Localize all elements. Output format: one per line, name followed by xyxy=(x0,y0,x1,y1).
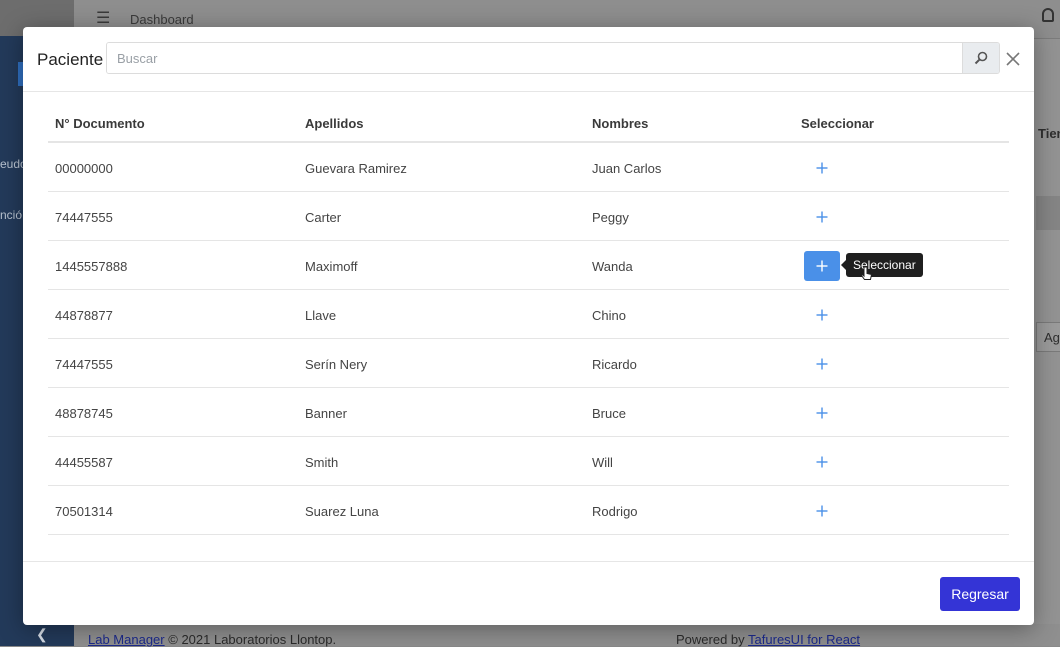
plus-icon xyxy=(816,407,828,419)
cell-documento: 48878745 xyxy=(55,406,113,421)
column-header-seleccionar: Seleccionar xyxy=(801,116,874,131)
cell-apellidos: Suarez Luna xyxy=(305,504,379,519)
table-row: 70501314 Suarez Luna Rodrigo xyxy=(48,486,1009,535)
plus-icon xyxy=(816,260,828,272)
background-panel xyxy=(1036,196,1060,230)
menu-icon[interactable]: ☰ xyxy=(96,8,110,28)
table-row: 48878745 Banner Bruce xyxy=(48,388,1009,437)
table-row: 74447555 Serín Nery Ricardo xyxy=(48,339,1009,388)
cell-nombres: Bruce xyxy=(592,406,626,421)
cell-nombres: Will xyxy=(592,455,613,470)
app-link[interactable]: Lab Manager xyxy=(88,632,165,647)
cell-nombres: Wanda xyxy=(592,259,633,274)
cell-nombres: Rodrigo xyxy=(592,504,638,519)
column-header: Tiem xyxy=(1038,126,1060,141)
page-title: Dashboard xyxy=(130,12,194,27)
cell-documento: 70501314 xyxy=(55,504,113,519)
select-patient-button[interactable] xyxy=(804,398,840,428)
footer: Lab Manager © 2021 Laboratorios Llontop.… xyxy=(74,624,1060,647)
plus-icon xyxy=(816,505,828,517)
close-button[interactable] xyxy=(1003,49,1023,69)
cell-documento: 74447555 xyxy=(55,210,113,225)
search-icon xyxy=(974,51,988,65)
background-button[interactable]: Ag xyxy=(1036,322,1060,352)
plus-icon xyxy=(816,358,828,370)
modal-header: Paciente xyxy=(23,27,1034,92)
plus-icon xyxy=(816,162,828,174)
sidebar-collapse-icon[interactable]: ❮ xyxy=(36,626,48,643)
cell-apellidos: Smith xyxy=(305,455,339,470)
back-button[interactable]: Regresar xyxy=(940,577,1020,611)
select-patient-button[interactable] xyxy=(804,349,840,379)
column-header-documento: N° Documento xyxy=(55,116,145,131)
table-body: 00000000 Guevara Ramirez Juan Carlos 744475… xyxy=(48,143,1009,535)
select-patient-button[interactable] xyxy=(804,300,840,330)
patients-table: N° Documento Apellidos Nombres Seleccion… xyxy=(48,100,1009,535)
table-row: 00000000 Guevara Ramirez Juan Carlos xyxy=(48,143,1009,192)
bell-icon[interactable] xyxy=(1042,8,1054,22)
select-patient-button[interactable] xyxy=(804,153,840,183)
sidebar-item-label[interactable]: nció xyxy=(0,208,22,222)
select-patient-button[interactable] xyxy=(804,202,840,232)
cell-documento: 1445557888 xyxy=(55,259,128,274)
select-patient-button[interactable] xyxy=(804,447,840,477)
select-patient-button[interactable] xyxy=(804,251,840,281)
powered-link[interactable]: TafuresUI for React xyxy=(748,632,860,647)
cell-documento: 00000000 xyxy=(55,161,113,176)
cell-apellidos: Maximoff xyxy=(305,259,358,274)
copyright-text: © 2021 Laboratorios Llontop. xyxy=(168,632,337,647)
plus-icon xyxy=(816,211,828,223)
plus-icon xyxy=(816,309,828,321)
table-row: 44455587 Smith Will xyxy=(48,437,1009,486)
cell-documento: 44878877 xyxy=(55,308,113,323)
column-header-nombres: Nombres xyxy=(592,116,649,131)
cell-nombres: Chino xyxy=(592,308,626,323)
search-input[interactable] xyxy=(107,43,963,73)
powered-prefix: Powered by xyxy=(676,632,745,647)
cell-nombres: Peggy xyxy=(592,210,629,225)
cell-apellidos: Llave xyxy=(305,308,337,323)
table-row: 44878877 Llave Chino xyxy=(48,290,1009,339)
close-icon xyxy=(1006,52,1020,66)
cell-documento: 74447555 xyxy=(55,357,113,372)
footer-copyright: Lab Manager © 2021 Laboratorios Llontop. xyxy=(88,632,336,647)
select-patient-button[interactable] xyxy=(804,496,840,526)
pointer-cursor-icon xyxy=(860,266,873,285)
search-button[interactable] xyxy=(962,43,999,73)
cell-apellidos: Carter xyxy=(305,210,342,225)
cell-apellidos: Serín Nery xyxy=(305,357,368,372)
footer-powered: Powered by TafuresUI for React xyxy=(676,632,860,647)
column-header-apellidos: Apellidos xyxy=(305,116,364,131)
cell-nombres: Juan Carlos xyxy=(592,161,662,176)
search-box xyxy=(106,42,1000,74)
cell-apellidos: Banner xyxy=(305,406,347,421)
modal-footer: Regresar xyxy=(23,561,1034,626)
cell-documento: 44455587 xyxy=(55,455,113,470)
cell-nombres: Ricardo xyxy=(592,357,637,372)
patient-select-modal: Paciente N° Documento Apellidos Nombres … xyxy=(23,27,1034,625)
table-row: 74447555 Carter Peggy xyxy=(48,192,1009,241)
cell-apellidos: Guevara Ramirez xyxy=(305,161,407,176)
table-header: N° Documento Apellidos Nombres Seleccion… xyxy=(48,100,1009,143)
modal-title: Paciente xyxy=(37,50,104,69)
plus-icon xyxy=(816,456,828,468)
tooltip: Seleccionar xyxy=(841,253,923,277)
table-row: 1445557888 Maximoff Wanda Seleccionar xyxy=(48,241,1009,290)
